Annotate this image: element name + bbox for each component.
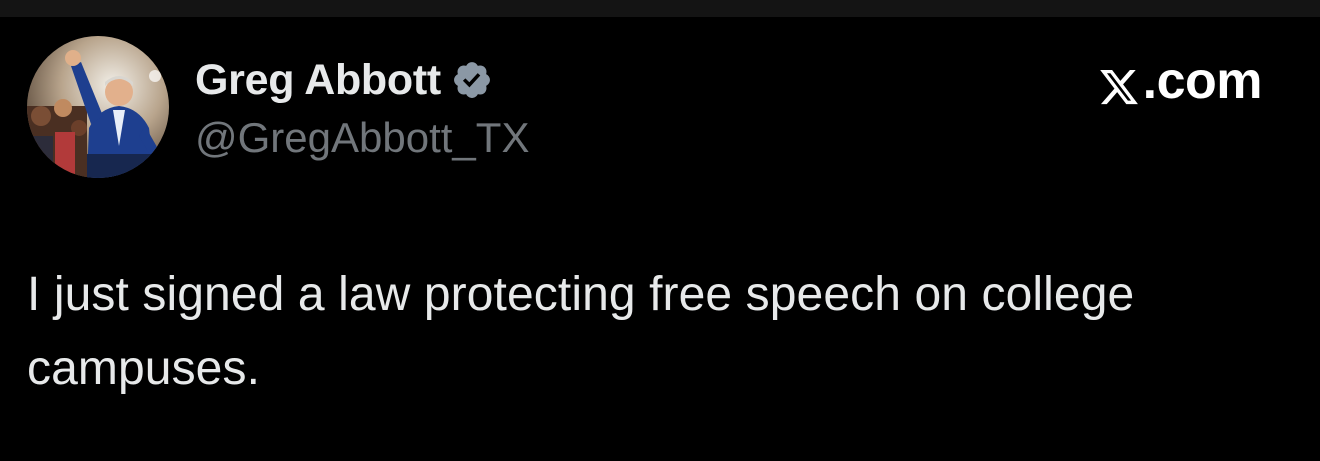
avatar-photo — [27, 36, 169, 178]
name-row: Greg Abbott — [195, 52, 529, 108]
x-brand-mark: .com — [1097, 50, 1263, 112]
post-text: I just signed a law protecting free spee… — [27, 268, 1135, 395]
top-strip — [0, 0, 1320, 17]
author-handle[interactable]: @GregAbbott_TX — [195, 110, 529, 166]
post-screenshot: Greg Abbott @GregAbbott_TX .com I just s… — [0, 0, 1320, 461]
author-block: Greg Abbott @GregAbbott_TX — [195, 52, 529, 166]
x-logo-icon — [1097, 60, 1141, 105]
brand-suffix: .com — [1142, 52, 1263, 110]
verified-badge-icon — [451, 59, 493, 101]
display-name[interactable]: Greg Abbott — [195, 52, 441, 108]
avatar[interactable] — [27, 36, 169, 178]
